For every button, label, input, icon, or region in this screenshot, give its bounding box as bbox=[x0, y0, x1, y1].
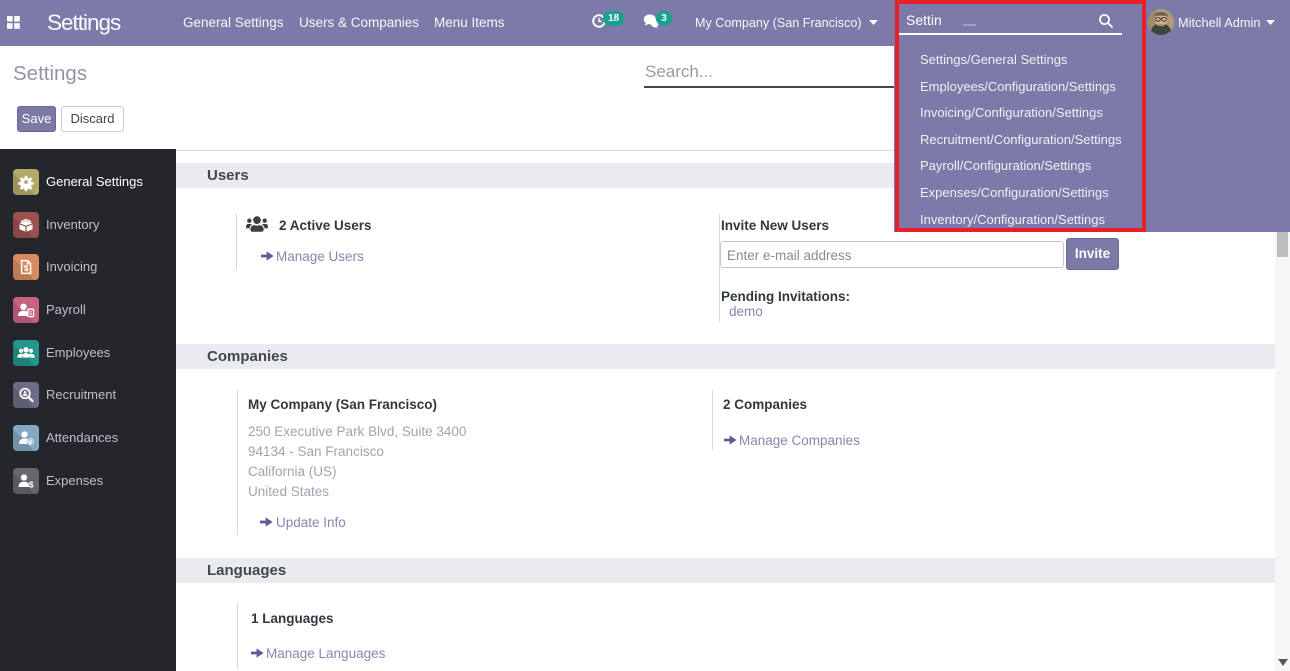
svg-text:$: $ bbox=[29, 311, 32, 317]
svg-text:$: $ bbox=[29, 479, 34, 489]
svg-text:$: $ bbox=[24, 264, 29, 273]
